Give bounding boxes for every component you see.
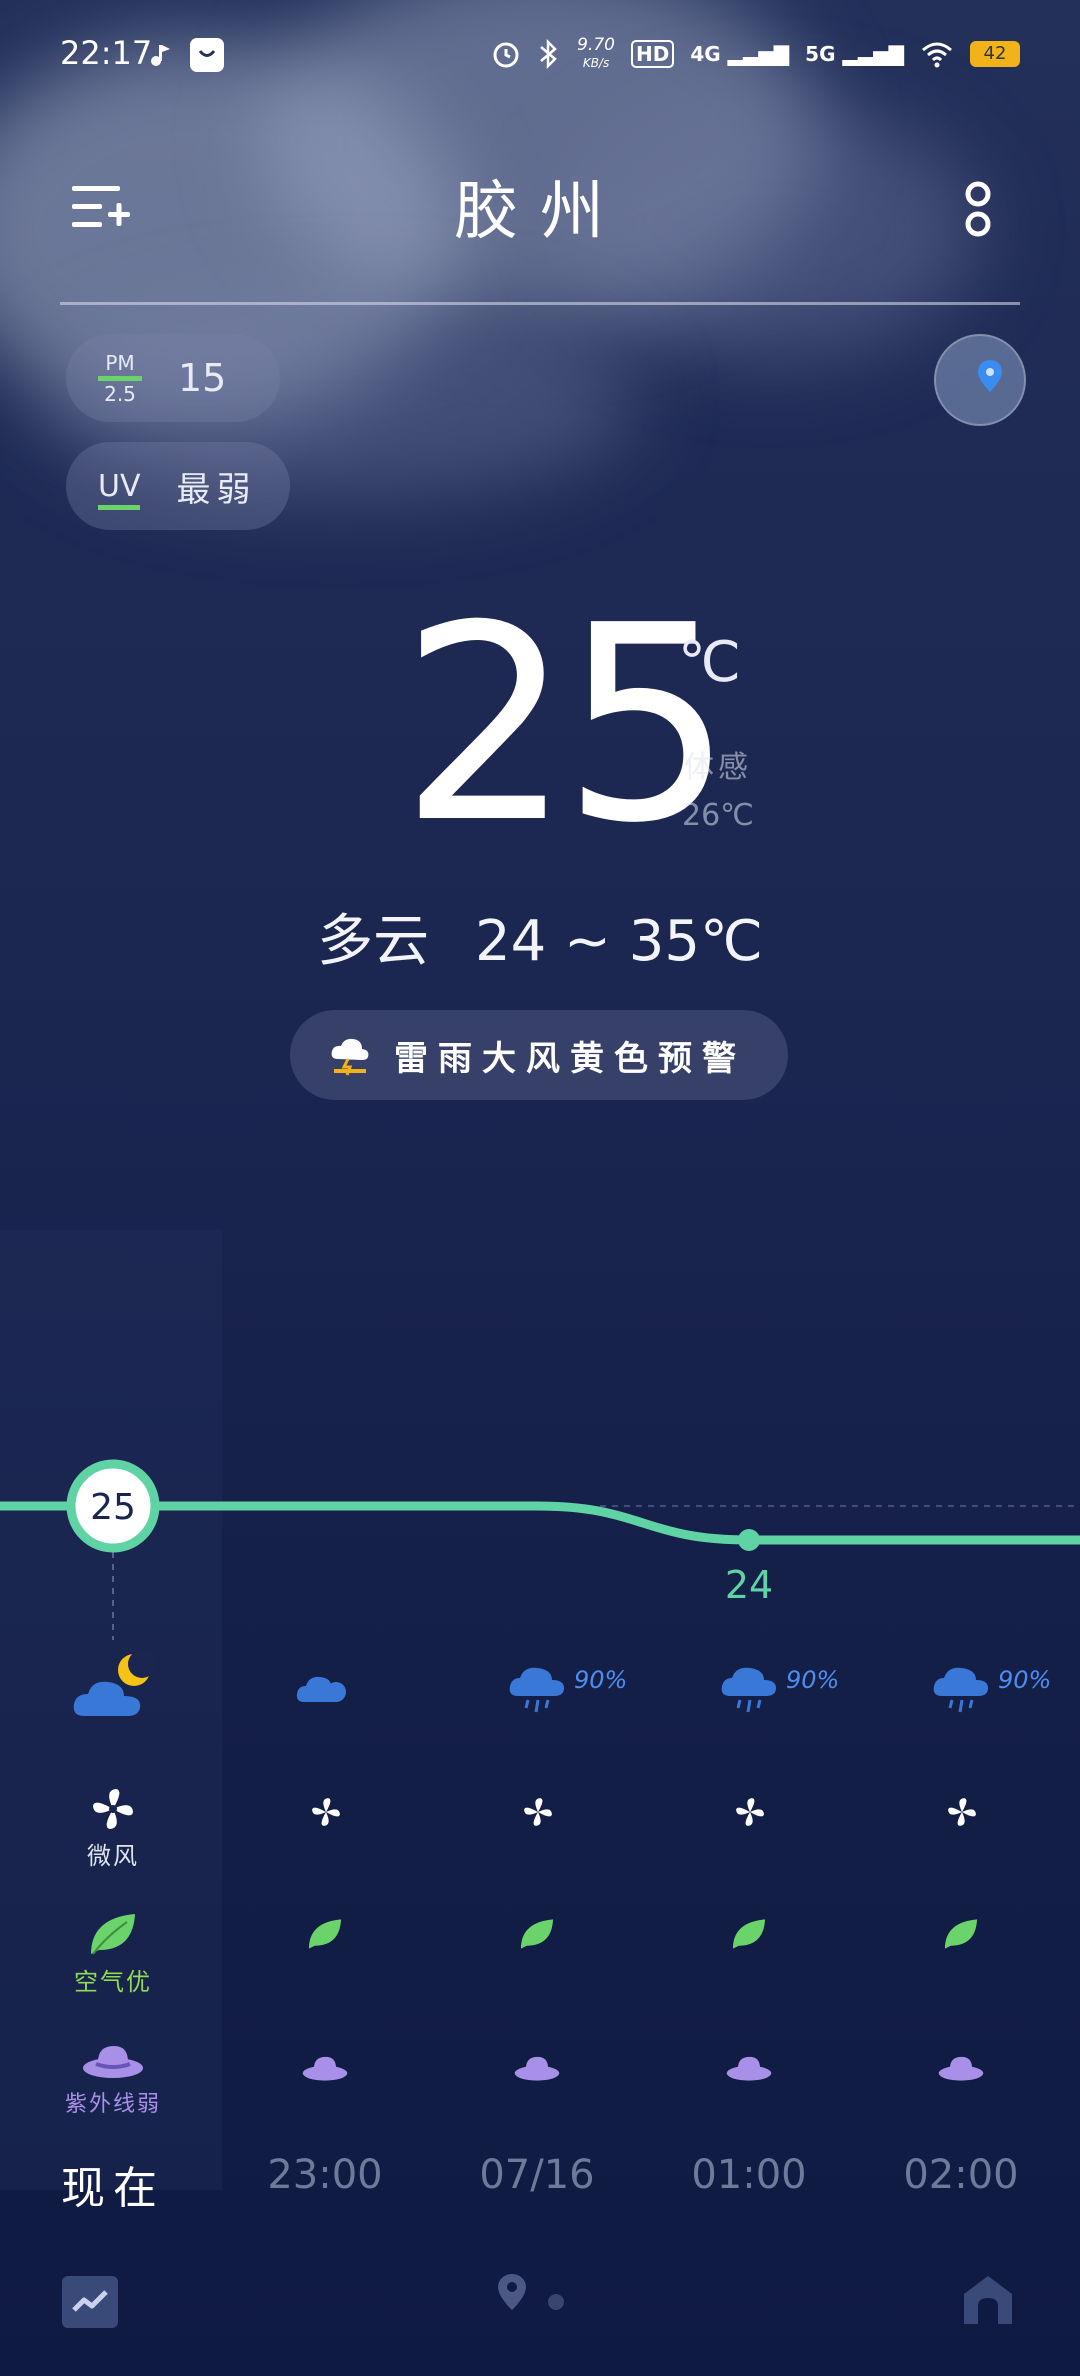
city-title: 胶州 [454,175,626,249]
wind-cell: 微风 [7,1786,219,1871]
feels-like-value: 26℃ [682,798,754,833]
hour-label-now: 现在 [61,2163,165,2214]
cloudy-night-icon [72,1650,162,1722]
sun-hat-icon [302,2052,348,2088]
alarm-icon [493,42,519,68]
leaf-icon [730,1916,768,1956]
weather-alert-button[interactable]: 雷雨大风黄色预警 [290,1010,788,1100]
thunderstorm-warning-icon [331,1038,369,1076]
hour-label: 02:00 [903,2152,1019,2198]
wifi-icon [922,42,952,68]
leaf-icon [306,1916,344,1956]
wind-label: 微风 [87,1842,139,1870]
shopping-bag-icon [190,38,224,72]
hour-label: 23:00 [267,2152,383,2198]
battery-indicator: 42 [970,41,1020,67]
page-indicator-dot[interactable] [548,2294,564,2310]
condition-text: 多云 [317,909,430,974]
rain-icon [720,1660,780,1716]
temperature-unit: ℃ [678,630,741,695]
hour-label: 07/16 [479,2152,595,2198]
current-temperature: 25 [400,567,734,882]
data-point [738,1529,760,1551]
temperature-range: 24 ~ 35℃ [474,909,763,974]
bluetooth-icon [540,39,557,69]
status-time: 22:17 [60,34,153,72]
signal-5g: 5G ▂▃▅▇ [805,42,904,66]
pm25-value: 15 [178,356,227,400]
location-pin-icon [498,2274,526,2310]
fan-icon [734,1796,766,1832]
cloudy-icon [296,1664,354,1704]
sun-hat-icon [726,2052,772,2088]
hd-badge: HD [630,40,675,68]
home-icon [964,2276,1012,2324]
data-label: 24 [725,1563,773,1607]
temperature-series-line [0,1501,1080,1545]
precip-probability: 90% [786,1666,840,1694]
home-button[interactable] [960,2272,1016,2328]
hour-label: 01:00 [691,2152,807,2198]
feels-like-label: 体感 [684,750,752,785]
condition-summary: 多云 24 ~ 35℃ [0,896,1080,977]
hourly-temperature-chart: 25 24 [0,1459,1080,1640]
fan-icon [946,1796,978,1832]
fan-icon [310,1796,342,1832]
uv-badge[interactable]: UV 最弱 [66,442,290,530]
sun-hat-icon [83,2046,143,2078]
fan-icon [93,1789,133,1829]
uv-cell: 紫外线弱 [7,2040,219,2118]
rain-icon [932,1660,992,1716]
pm25-badge[interactable]: PM 2.5 15 [66,334,280,422]
leaf-icon [518,1916,556,1956]
leaf-icon [942,1916,980,1956]
status-bar: 22:17 9.70 KB/s HD 4G ▂▃▅▇ 5G ▂▃▅▇ 42 [0,0,1080,110]
sun-hat-icon [938,2052,984,2088]
rain-icon [508,1660,568,1716]
fan-icon [522,1796,554,1832]
music-note-icon [148,42,174,68]
alert-label: 雷雨大风黄色预警 [394,1038,746,1079]
trend-chart-icon [72,2290,108,2312]
pm25-label: PM 2.5 [98,352,142,405]
map-pin-icon [978,360,1002,392]
more-options-button[interactable] [960,180,996,240]
air-quality-label: 空气优 [74,1968,152,1996]
map-location-button[interactable] [934,334,1026,426]
uv-index-label: 紫外线弱 [64,2092,161,2117]
leaf-icon [91,1914,135,1955]
sun-hat-icon [514,2052,560,2088]
data-label: 25 [90,1487,136,1528]
page-indicator-location[interactable] [496,2272,528,2316]
uv-label: UV [98,469,141,510]
signal-4g: 4G ▂▃▅▇ [690,42,790,66]
header-divider [60,302,1020,305]
air-quality-cell: 空气优 [7,1910,219,1997]
trend-button[interactable] [62,2276,118,2328]
more-vertical-icon [965,181,991,237]
precip-probability: 90% [574,1666,628,1694]
network-speed: 9.70 KB/s [577,35,615,70]
uv-value: 最弱 [176,469,257,510]
precip-probability: 90% [998,1666,1052,1694]
